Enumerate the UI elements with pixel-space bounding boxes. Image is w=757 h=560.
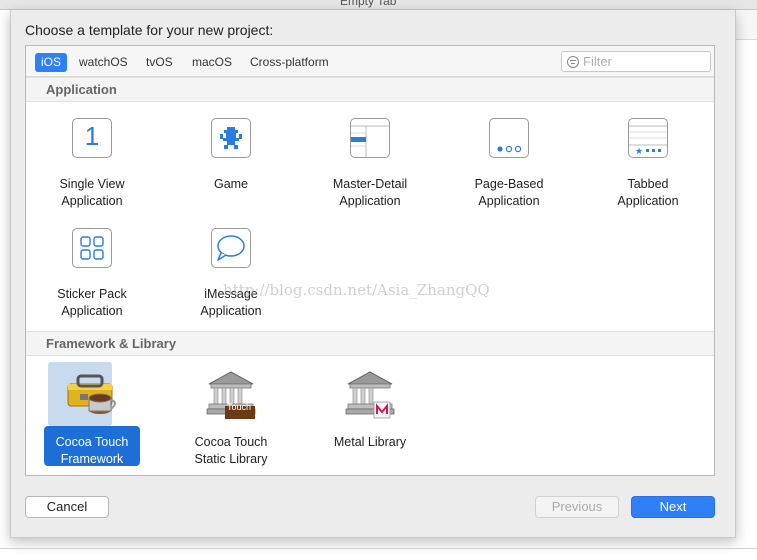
- single-view-icon: 1: [72, 118, 112, 158]
- filter-icon: [567, 56, 579, 68]
- sticker-pack-icon: [72, 228, 112, 268]
- tab-watchos[interactable]: watchOS: [73, 53, 134, 72]
- game-icon: [211, 118, 251, 158]
- template-label-line1: Page-Based: [474, 177, 544, 191]
- svg-text:★: ★: [635, 147, 643, 157]
- tabbed-icon: ★: [628, 118, 668, 158]
- sheet-title: Choose a template for your new project:: [25, 22, 274, 38]
- cancel-button[interactable]: Cancel: [25, 496, 109, 518]
- template-label-line2: Application: [339, 194, 401, 208]
- divider: [0, 548, 757, 549]
- master-detail-icon: [350, 118, 390, 158]
- template-label-line2: Framework: [60, 452, 124, 466]
- library-building-icon: Touch: [203, 368, 259, 425]
- watermark: http://blog.csdn.net/Asia_ZhangQQ: [223, 281, 490, 299]
- template-label-line1: Cocoa Touch: [55, 435, 129, 449]
- tab-cross-platform[interactable]: Cross-platform: [244, 53, 335, 72]
- template-label-line2: Application: [617, 194, 679, 208]
- section-header-application: Application: [26, 77, 714, 102]
- tab-tvos[interactable]: tvOS: [140, 53, 179, 72]
- section-header-framework: Framework & Library: [26, 331, 714, 356]
- template-label-line1: Single View: [59, 177, 125, 191]
- template-label-line1: Game: [213, 177, 249, 191]
- imessage-icon: [211, 228, 251, 268]
- template-label-line2: Application: [200, 304, 262, 318]
- next-button[interactable]: Next: [631, 496, 715, 518]
- filter-field[interactable]: [561, 51, 711, 72]
- template-label-line2: Application: [478, 194, 540, 208]
- platform-bar: iOS watchOS tvOS macOS Cross-platform: [26, 46, 714, 77]
- template-panel: iOS watchOS tvOS macOS Cross-platform Ap…: [25, 45, 715, 476]
- metal-library-icon: [342, 368, 398, 425]
- window-title: Empty Tab: [340, 0, 397, 8]
- template-label-line1: Tabbed: [627, 177, 669, 191]
- page-based-icon: [489, 118, 529, 158]
- background-window-strip: [736, 10, 757, 40]
- tab-ios[interactable]: iOS: [35, 53, 68, 72]
- toolbox-icon: [58, 368, 126, 429]
- window-titlebar: Empty Tab: [0, 0, 757, 10]
- template-label-line1: Cocoa Touch: [194, 435, 268, 449]
- template-label-line2: Application: [61, 194, 123, 208]
- template-label-line1: Master-Detail: [332, 177, 408, 191]
- template-label-line2: Static Library: [194, 452, 268, 466]
- template-label-line2: Application: [61, 304, 123, 318]
- touch-badge: Touch: [227, 402, 252, 412]
- template-label-line1: Metal Library: [333, 435, 407, 449]
- template-label-line1: Sticker Pack: [57, 287, 127, 301]
- tab-macos[interactable]: macOS: [186, 53, 238, 72]
- filter-input[interactable]: [583, 53, 707, 70]
- previous-button[interactable]: Previous: [535, 496, 619, 518]
